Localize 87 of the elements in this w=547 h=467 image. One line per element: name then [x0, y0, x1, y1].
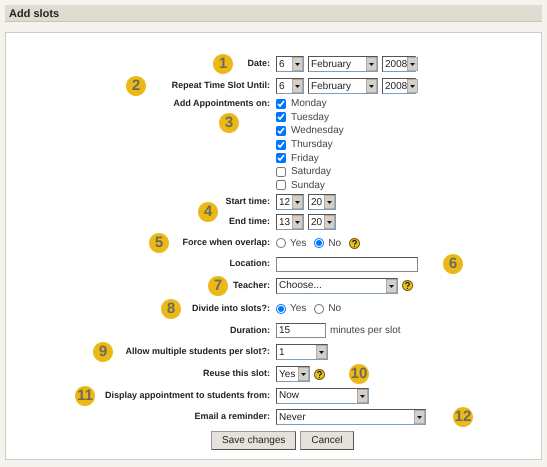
help-icon[interactable]	[314, 368, 325, 380]
caret-icon	[324, 195, 335, 210]
checkbox[interactable]	[276, 126, 286, 136]
unit-label: minutes per slot	[330, 324, 401, 338]
callout-badge: 7	[208, 276, 228, 296]
callout-badge: 10	[349, 364, 369, 384]
radio-button[interactable]	[276, 304, 286, 314]
help-icon[interactable]	[349, 238, 360, 249]
checkbox-label: Tuesday	[291, 110, 329, 125]
radio-label: No	[328, 302, 342, 316]
caret-icon	[357, 388, 368, 403]
checkbox[interactable]	[276, 153, 286, 164]
field-label: Add Appointments on:	[173, 98, 270, 108]
checkbox[interactable]	[276, 112, 286, 122]
field-label: Email a reminder:	[194, 411, 270, 422]
callout-badge: 3	[219, 113, 239, 133]
dropdown[interactable]: 2008	[382, 56, 416, 72]
callout-badge: 2	[126, 76, 146, 96]
caret-icon	[292, 195, 303, 210]
radio-label: Yes	[290, 236, 306, 251]
callout-badge: 1	[213, 54, 233, 74]
dropdown[interactable]: 13	[276, 214, 304, 230]
caret-icon	[316, 345, 327, 360]
dropdown[interactable]: 6	[276, 56, 304, 72]
field-label: Reuse this slot:	[202, 368, 270, 378]
dropdown[interactable]: Choose...	[276, 278, 398, 294]
caret-icon	[414, 410, 425, 424]
caret-icon	[386, 278, 397, 293]
section-title: Add slots	[9, 8, 60, 20]
dropdown[interactable]: February	[308, 78, 378, 94]
checkbox-label: Sunday	[291, 178, 325, 193]
caret-icon	[366, 57, 377, 71]
checkbox-label: Saturday	[291, 165, 332, 180]
radio-label: Yes	[290, 302, 306, 316]
field-label: End time:	[228, 216, 270, 226]
callout-badge: 9	[93, 342, 113, 362]
field-label: Display appointment to students from:	[104, 390, 270, 400]
field-label: Allow multiple students per slot?:	[125, 346, 270, 356]
caret-icon	[324, 215, 335, 230]
checkbox[interactable]	[276, 180, 286, 190]
checkbox-label: Wednesday	[291, 124, 344, 138]
radio-button[interactable]	[314, 238, 324, 248]
button[interactable]: Cancel	[300, 431, 354, 450]
dropdown[interactable]: 2008	[382, 78, 416, 94]
caret-icon	[292, 57, 303, 71]
dropdown[interactable]: 1	[276, 344, 328, 360]
dropdown[interactable]: 6	[276, 78, 304, 94]
dropdown[interactable]: 20	[308, 194, 336, 210]
caret-icon	[292, 215, 303, 230]
dropdown[interactable]: Never	[276, 409, 426, 426]
field-label: Teacher:	[233, 280, 270, 290]
checkbox[interactable]	[276, 98, 286, 109]
dropdown[interactable]: February	[308, 56, 378, 72]
field-label: Location:	[230, 258, 270, 268]
dropdown[interactable]: 12	[276, 194, 304, 210]
checkbox[interactable]	[276, 140, 286, 150]
field-label: Divide into slots?:	[192, 302, 270, 313]
checkbox-label: Friday	[291, 152, 319, 166]
callout-badge: 8	[161, 298, 181, 319]
field-label: Repeat Time Slot Until:	[172, 80, 270, 90]
dropdown[interactable]: Now	[276, 388, 369, 404]
caret-icon	[366, 79, 377, 93]
help-icon[interactable]	[402, 280, 413, 292]
text-field[interactable]: 15	[276, 323, 326, 338]
callout-badge: 5	[149, 233, 169, 254]
caret-icon	[298, 367, 309, 382]
radio-button[interactable]	[276, 238, 286, 248]
callout-badge: 11	[75, 386, 95, 406]
checkbox-label: Monday	[291, 97, 327, 112]
checkbox[interactable]	[276, 166, 286, 177]
field-label: Start time:	[225, 196, 270, 206]
dropdown[interactable]: 20	[308, 214, 336, 230]
radio-label: No	[328, 236, 342, 251]
caret-icon	[407, 79, 418, 93]
caret-icon	[407, 57, 418, 71]
callout-badge: 12	[453, 407, 473, 428]
caret-icon	[292, 79, 303, 93]
checkbox-label: Thursday	[291, 138, 333, 152]
field-label: Force when overlap:	[182, 237, 270, 248]
callout-badge: 6	[443, 254, 463, 274]
field-label: Date:	[247, 58, 270, 68]
button[interactable]: Save changes	[211, 431, 296, 450]
text-field[interactable]	[276, 256, 418, 272]
radio-button[interactable]	[314, 304, 324, 314]
callout-badge: 4	[198, 202, 218, 222]
field-label: Duration:	[230, 324, 270, 335]
dropdown[interactable]: Yes	[276, 366, 310, 382]
